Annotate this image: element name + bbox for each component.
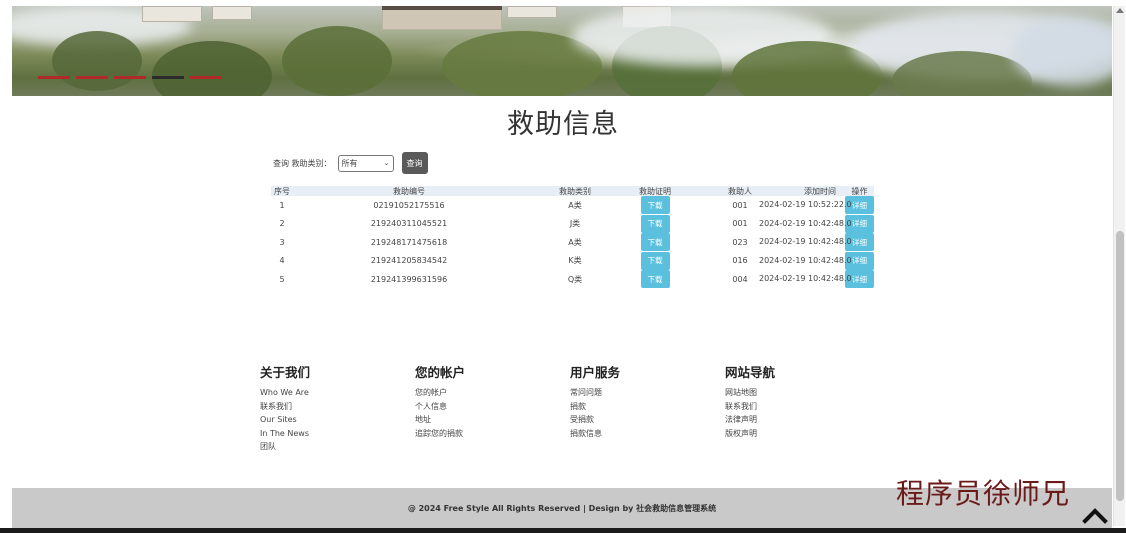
download-button[interactable]: 下载 [640, 251, 670, 270]
footer-link[interactable]: 捐款信息 [570, 427, 725, 441]
header-type: 救助类别 [559, 186, 591, 196]
footer-column-about: 关于我们 Who We Are 联系我们 Our Sites In The Ne… [260, 362, 415, 454]
table-header: 序号 救助编号 救助类别 救助证明 救助人 添加时间 操作 [271, 186, 874, 196]
row-time: 2024-02-19 10:52:22.0 [759, 200, 852, 210]
row-number: 219241205834542 [370, 256, 448, 266]
download-button[interactable]: 下载 [640, 270, 670, 289]
header-number: 救助编号 [393, 186, 425, 196]
header-proof: 救助证明 [639, 186, 671, 196]
table-row: 1 02191052175516 A类 下载 001 2024-02-19 10… [271, 196, 874, 215]
download-button[interactable]: 下载 [640, 214, 670, 233]
category-select-value: 所有 [341, 158, 358, 168]
category-select[interactable]: 所有 ⌄ [337, 154, 394, 172]
slider-dot-3[interactable] [114, 76, 146, 79]
row-time: 2024-02-19 10:42:48.0 [759, 274, 852, 284]
banner-image [12, 6, 1112, 96]
footer-link[interactable]: 个人信息 [415, 400, 570, 414]
query-label: 查询 救助类别： [273, 158, 332, 168]
slider-dot-1[interactable] [38, 76, 70, 79]
row-type: A类 [568, 237, 582, 247]
slider-indicators [38, 76, 222, 79]
page-scrollbar[interactable] [1113, 6, 1125, 526]
table-row: 4 219241205834542 K类 下载 016 2024-02-19 1… [271, 251, 874, 271]
row-number: 219240311045521 [370, 219, 448, 229]
footer-link[interactable]: 版权声明 [725, 427, 880, 441]
footer-link[interactable]: Our Sites [260, 413, 415, 427]
row-index: 1 [279, 200, 285, 210]
header-index: 序号 [274, 186, 290, 196]
page-title: 救助信息 [507, 109, 619, 140]
footer-links: 关于我们 Who We Are 联系我们 Our Sites In The Ne… [260, 362, 880, 454]
footer-column-services: 用户服务 常问问题 捐款 受捐款 捐款信息 [570, 362, 725, 454]
download-button[interactable]: 下载 [640, 233, 670, 252]
footer-link[interactable]: 联系我们 [725, 400, 880, 414]
footer-link[interactable]: 追踪您的捐款 [415, 427, 570, 441]
scroll-up-icon[interactable] [1116, 8, 1124, 13]
row-type: Q类 [567, 274, 583, 284]
footer-link[interactable]: In The News [260, 427, 415, 441]
footer-column-sitemap: 网站导航 网站地图 联系我们 法律声明 版权声明 [725, 362, 880, 454]
chevron-up-icon[interactable] [1082, 505, 1108, 525]
row-time: 2024-02-19 10:42:48.0 [759, 255, 852, 265]
row-type: K类 [568, 256, 582, 266]
page: 救助信息 查询 救助类别： 所有 ⌄ 查询 序号 救助编号 救助类别 救助证明 … [0, 0, 1126, 533]
table-row: 5 219241399631596 Q类 下载 004 2024-02-19 1… [271, 270, 874, 289]
row-index: 2 [279, 219, 285, 229]
footer-link[interactable]: Who We Are [260, 386, 415, 400]
footer-link[interactable]: 联系我们 [260, 400, 415, 414]
row-time: 2024-02-19 10:42:48.0 [759, 218, 852, 228]
footer-column-account: 您的帐户 您的帐户 个人信息 地址 追踪您的捐款 [415, 362, 570, 454]
header-time: 添加时间 [804, 186, 836, 196]
footer-link[interactable]: 地址 [415, 413, 570, 427]
row-type: A类 [568, 200, 582, 210]
row-type: J类 [569, 219, 581, 229]
row-number: 02191052175516 [373, 200, 445, 210]
slider-dot-5[interactable] [190, 76, 222, 79]
row-time: 2024-02-19 10:42:48.0 [759, 237, 852, 247]
footer-column-title: 您的帐户 [415, 365, 466, 380]
watermark-text: 程序员徐师兄 [896, 477, 1071, 510]
footer-link[interactable]: 常问问题 [570, 386, 725, 400]
scrollbar-thumb[interactable] [1116, 231, 1124, 501]
table-row: 2 219240311045521 J类 下载 001 2024-02-19 1… [271, 214, 874, 234]
row-index: 4 [279, 256, 285, 266]
header-person: 救助人 [728, 186, 752, 196]
chevron-down-icon: ⌄ [383, 159, 390, 167]
window-bottom-edge [0, 528, 1126, 533]
footer-link[interactable]: 您的帐户 [415, 386, 570, 400]
query-bar: 查询 救助类别： 所有 ⌄ 查询 [273, 152, 428, 174]
download-button[interactable]: 下载 [640, 196, 670, 215]
row-index: 3 [279, 237, 285, 247]
footer-link[interactable]: 法律声明 [725, 413, 880, 427]
footer-column-title: 用户服务 [570, 365, 621, 380]
footer-column-title: 网站导航 [725, 365, 776, 380]
row-number: 219241399631596 [370, 274, 448, 284]
slider-dot-4[interactable] [152, 76, 184, 79]
footer-link[interactable]: 捐款 [570, 400, 725, 414]
table-row: 3 219248171475618 A类 下载 023 2024-02-19 1… [271, 233, 874, 252]
rescue-table: 序号 救助编号 救助类别 救助证明 救助人 添加时间 操作 1 02191052… [271, 186, 874, 289]
footer-column-title: 关于我们 [260, 365, 311, 380]
row-index: 5 [279, 274, 285, 284]
header-action: 操作 [851, 186, 868, 196]
footer-link[interactable]: 受捐款 [570, 413, 725, 427]
footer-link[interactable]: 网站地图 [725, 386, 880, 400]
row-number: 219248171475618 [370, 237, 448, 247]
query-button[interactable]: 查询 [401, 152, 428, 174]
footer-link[interactable]: 团队 [260, 440, 415, 454]
slider-dot-2[interactable] [76, 76, 108, 79]
